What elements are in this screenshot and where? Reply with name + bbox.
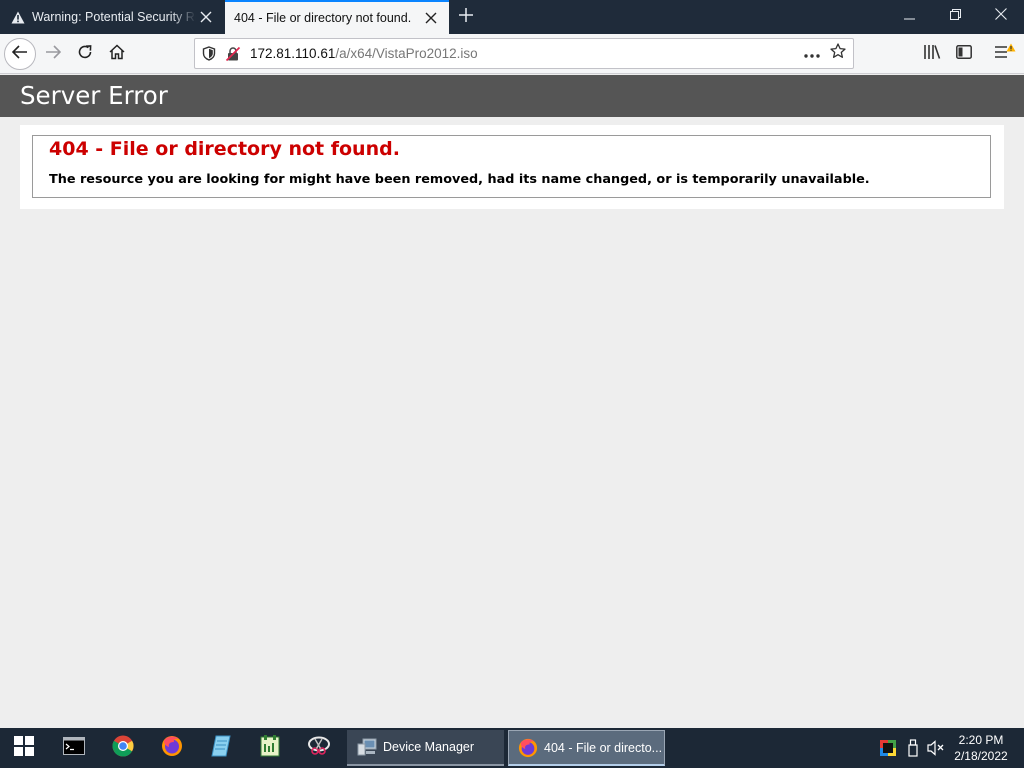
taskbar-app-label: 404 - File or directo... (544, 740, 663, 755)
restore-icon (949, 7, 961, 25)
notepad-icon (211, 735, 231, 762)
taskbar: Device Manager 404 - File or directo... … (0, 728, 1024, 768)
arrow-left-icon (11, 44, 28, 64)
content-panel: 404 - File or directory not found. The r… (20, 125, 1004, 209)
arrow-right-icon (45, 44, 62, 64)
taskbar-firefox[interactable] (148, 728, 196, 768)
error-message: The resource you are looking for might h… (49, 172, 870, 187)
clock-time: 2:20 PM (958, 733, 1004, 747)
new-tab-button[interactable] (454, 6, 478, 28)
taskbar-notepad[interactable] (197, 728, 245, 768)
error-box: 404 - File or directory not found. The r… (32, 135, 991, 198)
close-icon[interactable] (421, 8, 441, 28)
volume-muted-icon[interactable] (926, 738, 946, 758)
plus-icon (459, 7, 473, 27)
taskbar-snipping-tool[interactable] (295, 728, 343, 768)
library-button[interactable] (917, 39, 947, 69)
close-icon (995, 7, 1007, 25)
menu-button[interactable] (990, 39, 1020, 69)
warning-icon (10, 9, 26, 25)
bookmark-button[interactable] (825, 41, 851, 67)
star-icon (830, 43, 846, 64)
firefox-icon (161, 735, 183, 762)
url-host: 172.81.110.61 (250, 46, 336, 61)
minimize-button[interactable] (886, 0, 932, 32)
reload-icon (77, 44, 93, 65)
usb-icon[interactable] (903, 738, 923, 758)
close-icon[interactable] (196, 7, 216, 27)
url-bar[interactable]: 172.81.110.61/a/x64/VistaPro2012.iso (194, 38, 854, 69)
library-icon (923, 44, 941, 65)
tab-label: Warning: Potential Security Risk (32, 10, 196, 24)
color-icon[interactable] (878, 738, 898, 758)
start-button[interactable] (0, 728, 48, 768)
taskbar-chrome[interactable] (99, 728, 147, 768)
tab-404[interactable]: 404 - File or directory not found. (225, 0, 449, 34)
clock-date: 2/18/2022 (954, 749, 1008, 763)
forward-button[interactable] (38, 39, 68, 69)
taskbar-app-device-manager[interactable]: Device Manager (347, 730, 504, 766)
home-icon (109, 43, 125, 65)
snipping-icon (307, 736, 331, 761)
tracking-shield-icon[interactable] (200, 45, 218, 63)
url-text[interactable]: 172.81.110.61/a/x64/VistaPro2012.iso (250, 46, 799, 61)
minimize-icon (903, 7, 915, 25)
home-button[interactable] (102, 39, 132, 69)
reload-button[interactable] (70, 39, 100, 69)
firefox-icon (518, 738, 538, 758)
page-actions-button[interactable] (799, 41, 825, 67)
hamburger-menu-icon (994, 43, 1016, 66)
close-window-button[interactable] (978, 0, 1024, 32)
device-manager-icon (357, 737, 377, 757)
tab-strip: Warning: Potential Security Risk 404 - F… (0, 0, 1024, 34)
navigation-toolbar: 172.81.110.61/a/x64/VistaPro2012.iso (0, 34, 1024, 74)
sidebar-button[interactable] (949, 39, 979, 69)
restore-button[interactable] (932, 0, 978, 32)
error-title: 404 - File or directory not found. (49, 138, 400, 160)
taskbar-app-label: Device Manager (383, 740, 475, 754)
start-icon (14, 735, 34, 761)
taskbar-cmd[interactable] (50, 728, 98, 768)
cmd-icon (63, 736, 85, 760)
taskbar-clock[interactable]: 2:20 PM 2/18/2022 (946, 732, 1016, 764)
taskbar-editor[interactable] (246, 728, 294, 768)
insecure-lock-icon[interactable] (224, 45, 242, 63)
page-title: Server Error (20, 81, 168, 110)
sticky-icon (260, 734, 280, 762)
back-button[interactable] (4, 38, 36, 70)
sidebar-icon (956, 44, 972, 64)
tab-security-warning[interactable]: Warning: Potential Security Risk (0, 0, 224, 34)
more-icon (804, 45, 820, 63)
taskbar-app-firefox-active[interactable]: 404 - File or directo... (508, 730, 665, 766)
chrome-icon (112, 735, 134, 762)
url-path: /a/x64/VistaPro2012.iso (335, 46, 478, 61)
server-error-header: Server Error (0, 75, 1024, 117)
tab-label: 404 - File or directory not found. (234, 11, 412, 25)
